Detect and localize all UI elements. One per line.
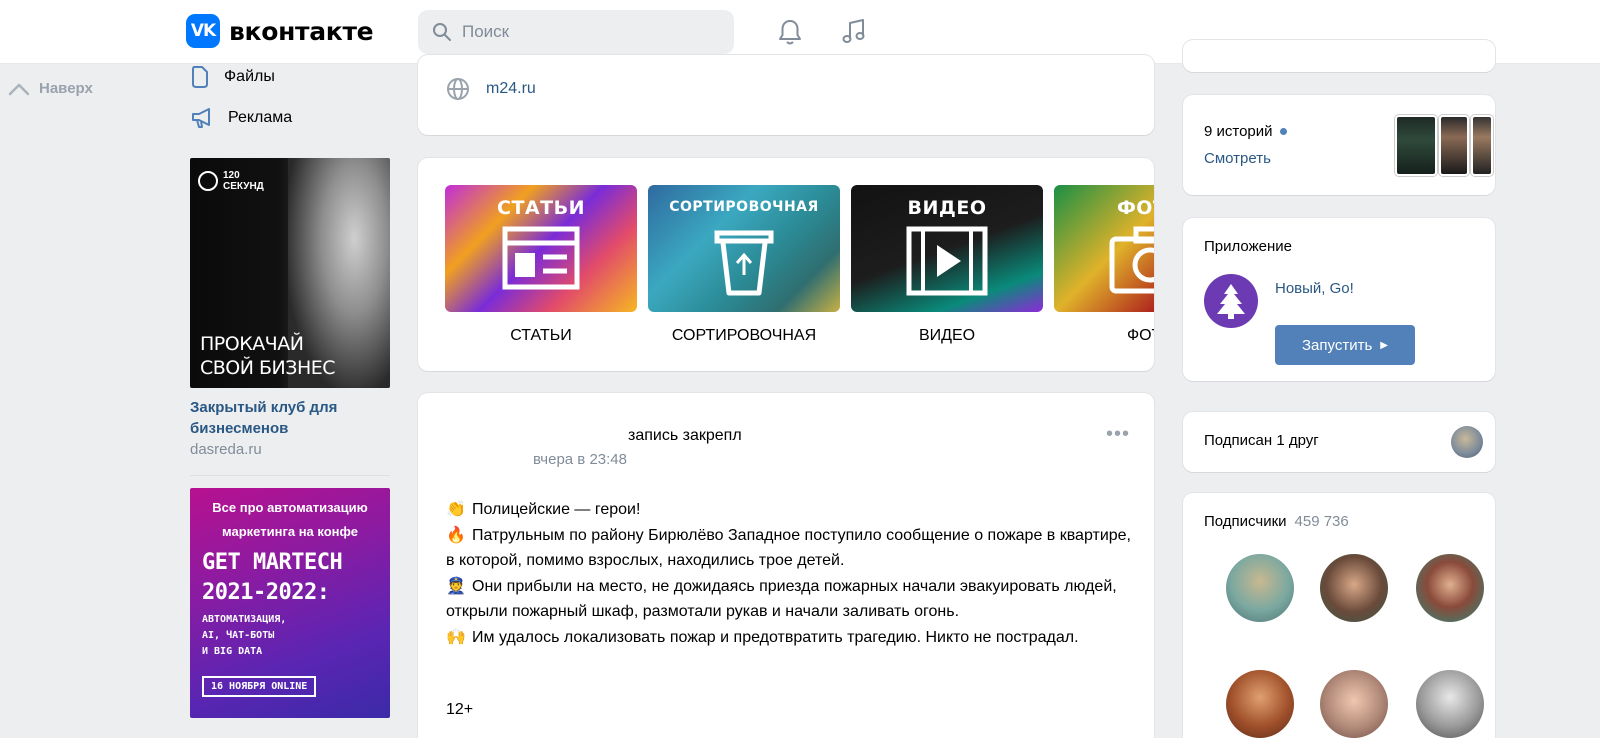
nav-item-files-label: Файлы bbox=[224, 68, 275, 85]
scroll-to-top-label: Наверх bbox=[39, 80, 93, 97]
new-indicator-dot bbox=[1279, 128, 1287, 135]
ad-2-top-text: Все про автоматизацию маркетинга на конфе bbox=[212, 500, 368, 539]
ad-block-1[interactable]: 120 СЕКУНД ПРОКАЧАЙ СВОЙ БИЗНЕС Закрытый к… bbox=[190, 158, 390, 458]
tile-sorting-image: СОРТИРОВОЧНАЯ bbox=[648, 185, 840, 312]
age-rating: 12+ bbox=[446, 701, 474, 718]
story-thumbnail[interactable] bbox=[1471, 115, 1493, 176]
stories-title: 9 историй bbox=[1204, 123, 1287, 140]
right-top-card bbox=[1183, 40, 1495, 72]
ad-1-domain: dasreda.ru bbox=[190, 441, 262, 458]
caret-right-icon: ▶ bbox=[1380, 339, 1388, 351]
post-timestamp[interactable]: вчера в 23:48 bbox=[533, 451, 627, 468]
megaphone-icon bbox=[192, 108, 210, 128]
link-card: m24.ru bbox=[418, 55, 1154, 135]
ad-1-headline: ПРОКАЧАЙ СВОЙ БИЗНЕС bbox=[200, 333, 336, 379]
ad-1-title[interactable]: Закрытый клуб для бизнесменов bbox=[190, 397, 390, 439]
search-icon bbox=[433, 23, 451, 41]
nav-item-ads-label: Реклама bbox=[228, 109, 293, 126]
ad-divider bbox=[190, 475, 390, 476]
article-icon bbox=[502, 226, 580, 290]
subscribers-title[interactable]: Подписчики 459 736 bbox=[1204, 513, 1349, 530]
stories-card[interactable]: 9 историй Смотреть bbox=[1183, 95, 1495, 195]
app-card: Приложение Новый, Go! Запустить ▶ bbox=[1183, 218, 1495, 381]
launch-app-button[interactable]: Запустить ▶ bbox=[1275, 325, 1415, 365]
friends-subscribed-card[interactable]: Подписан 1 друг bbox=[1183, 412, 1495, 472]
bell-icon bbox=[779, 20, 801, 45]
subscriber-avatar[interactable] bbox=[1320, 670, 1388, 738]
sections-card: СТАТЬИ СТАТЬИ СОРТИРОВОЧНАЯ СОРТИРОВОЧНА… bbox=[418, 158, 1154, 371]
globe-icon bbox=[447, 78, 469, 100]
timer-icon bbox=[198, 171, 218, 191]
subscriber-avatar[interactable] bbox=[1226, 670, 1294, 738]
music-note-icon bbox=[842, 19, 865, 43]
stories-watch-link[interactable]: Смотреть bbox=[1204, 150, 1271, 167]
website-link[interactable]: m24.ru bbox=[486, 80, 536, 98]
nav-item-ads[interactable]: Реклама bbox=[190, 107, 292, 129]
ad-2-image[interactable]: Все про автоматизацию маркетинга на конфе… bbox=[190, 488, 390, 718]
subscriber-avatar[interactable] bbox=[1416, 670, 1484, 738]
nav-item-files[interactable]: Файлы bbox=[190, 66, 275, 88]
tile-articles[interactable]: СТАТЬИ СТАТЬИ bbox=[445, 185, 637, 345]
film-play-icon bbox=[906, 226, 988, 296]
file-icon bbox=[192, 66, 208, 88]
music-button[interactable] bbox=[836, 14, 872, 50]
vk-logo-icon: VK bbox=[186, 14, 220, 48]
app-icon[interactable] bbox=[1204, 274, 1258, 328]
tile-articles-image: СТАТЬИ bbox=[445, 185, 637, 312]
post-line-4: 🙌 Им удалось локализовать пожар и предотв… bbox=[446, 625, 1136, 651]
recycle-bin-icon bbox=[714, 230, 774, 296]
post-line-1: 👏 Полицейские — герои! bbox=[446, 497, 1136, 523]
story-thumbnail[interactable] bbox=[1395, 115, 1437, 176]
app-name-link[interactable]: Новый, Go! bbox=[1275, 280, 1354, 297]
ad-block-2[interactable]: Все про автоматизацию маркетинга на конфе… bbox=[190, 488, 390, 718]
ad-2-small-text: АВТОМАТИЗАЦИЯ, AI, ЧАТ-БОТЫ И BIG DATA bbox=[202, 614, 287, 657]
subscribers-card: Подписчики 459 736 bbox=[1183, 493, 1495, 738]
ad-2-date-badge: 16 НОЯБРЯ ONLINE bbox=[202, 676, 317, 697]
app-card-title: Приложение bbox=[1204, 238, 1292, 255]
subscriber-avatar[interactable] bbox=[1416, 554, 1484, 622]
subscriber-avatar[interactable] bbox=[1320, 554, 1388, 622]
post-text: 👏 Полицейские — герои! 🔥 Патрульным по рай… bbox=[446, 497, 1136, 650]
raised-hands-icon: 🙌 bbox=[446, 628, 466, 646]
ad-2-big-text: GET MARTECH 2021-2022: bbox=[202, 550, 343, 605]
subscriber-avatar[interactable] bbox=[1226, 554, 1294, 622]
story-thumbnail[interactable] bbox=[1439, 115, 1469, 176]
tile-video-image: ВИДЕО bbox=[851, 185, 1043, 312]
notifications-button[interactable] bbox=[772, 14, 808, 50]
tile-photo[interactable]: ФОТО ФОТО bbox=[1054, 185, 1154, 345]
tile-video-label: ВИДЕО bbox=[918, 327, 976, 344]
pinned-post-card: запись закрепл вчера в 23:48 ••• 👏 Полице… bbox=[418, 393, 1154, 738]
subscribers-count: 459 736 bbox=[1294, 513, 1349, 530]
search-input[interactable] bbox=[462, 22, 712, 42]
scroll-to-top-link[interactable]: Наверх bbox=[8, 80, 93, 97]
tile-video[interactable]: ВИДЕО ВИДЕО bbox=[851, 185, 1043, 345]
tree-icon bbox=[1217, 284, 1245, 319]
tile-sorting[interactable]: СОРТИРОВОЧНАЯ СОРТИРОВОЧНАЯ bbox=[648, 185, 840, 345]
fire-icon: 🔥 bbox=[446, 526, 466, 544]
tile-articles-label: СТАТЬИ bbox=[510, 327, 572, 344]
camera-icon bbox=[1109, 226, 1154, 294]
ad-1-image[interactable]: 120 СЕКУНД ПРОКАЧАЙ СВОЙ БИЗНЕС bbox=[190, 158, 390, 388]
post-pinned-note: запись закрепл bbox=[628, 427, 742, 444]
post-line-2: 🔥 Патрульным по району Бирюлёво Западное … bbox=[446, 523, 1136, 574]
tile-photo-image: ФОТО bbox=[1054, 185, 1154, 312]
friends-subscribed-text: Подписан 1 друг bbox=[1204, 432, 1319, 449]
ad-1-brand: 120 СЕКУНД bbox=[198, 170, 264, 192]
police-officer-icon: 👮 bbox=[446, 577, 466, 595]
friend-avatar[interactable] bbox=[1451, 426, 1483, 458]
tile-photo-label: ФОТО bbox=[1126, 327, 1154, 344]
vk-logo-text: вконтакте bbox=[229, 16, 374, 46]
tile-sorting-label: СОРТИРОВОЧНАЯ bbox=[671, 327, 817, 344]
website-row[interactable]: m24.ru bbox=[446, 77, 536, 101]
post-more-options-button[interactable]: ••• bbox=[1106, 423, 1130, 446]
post-line-3: 👮 Они прибыли на место, не дожидаясь прие… bbox=[446, 574, 1136, 625]
search-box[interactable] bbox=[418, 10, 734, 54]
vk-logo[interactable]: VK вконтакте bbox=[186, 14, 374, 48]
clapping-hands-icon: 👏 bbox=[446, 501, 466, 518]
chevron-up-icon bbox=[8, 83, 30, 95]
